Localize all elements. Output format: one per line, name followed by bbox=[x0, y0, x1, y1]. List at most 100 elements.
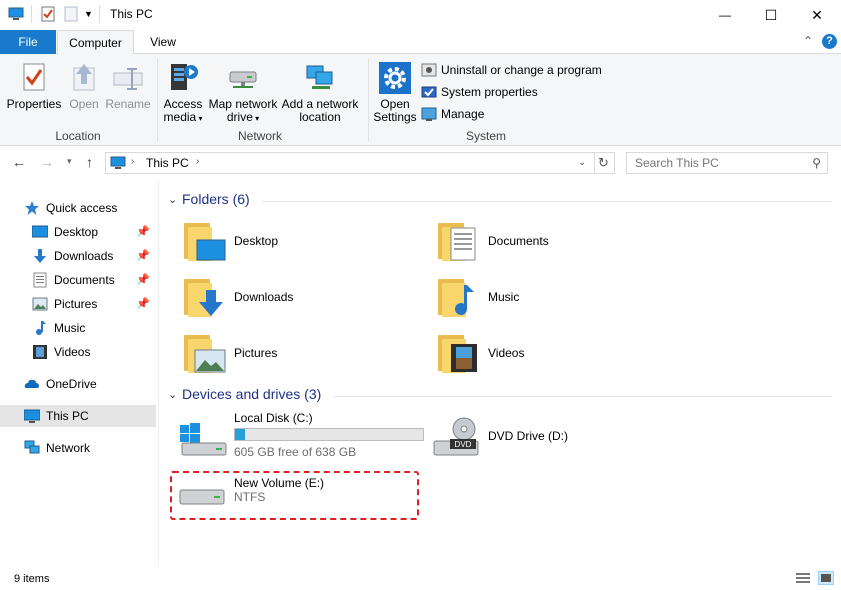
sidebar-item-pictures[interactable]: Pictures 📌 bbox=[0, 293, 156, 315]
sidebar-item-this-pc[interactable]: This PC bbox=[0, 405, 156, 427]
new-folder-quick-icon[interactable] bbox=[63, 6, 79, 22]
details-view-icon[interactable] bbox=[796, 572, 810, 584]
folder-videos[interactable]: Videos bbox=[434, 328, 524, 378]
large-icons-view-icon[interactable] bbox=[818, 571, 834, 585]
ribbon-tabs: File Computer View ⌃ ? bbox=[0, 30, 841, 55]
status-bar: 9 items bbox=[0, 568, 841, 590]
sidebar-item-onedrive[interactable]: OneDrive bbox=[0, 373, 156, 395]
uninstall-program-button[interactable]: Uninstall or change a program bbox=[421, 61, 602, 79]
sidebar-item-music[interactable]: Music bbox=[0, 317, 156, 339]
navigation-pane: Quick access Desktop 📌 Downloads 📌 Docum… bbox=[0, 190, 158, 560]
drive-c[interactable]: Local Disk (C:) 605 GB free of 638 GB bbox=[176, 411, 424, 459]
open-settings-button[interactable]: Open Settings bbox=[372, 62, 418, 124]
tab-view[interactable]: View bbox=[140, 30, 186, 54]
folders-section-header[interactable]: ⌄ Folders (6) bbox=[168, 191, 250, 207]
folder-music[interactable]: Music bbox=[434, 272, 519, 322]
system-properties-icon bbox=[421, 84, 437, 100]
title-bar: ▼ This PC — ☐ ✕ bbox=[0, 0, 841, 30]
tab-file[interactable]: File bbox=[0, 30, 56, 54]
rename-icon bbox=[112, 62, 144, 94]
window-title: This PC bbox=[110, 7, 153, 21]
properties-icon bbox=[18, 62, 50, 94]
location-group-label: Location bbox=[55, 129, 101, 143]
sidebar-item-videos[interactable]: Videos bbox=[0, 341, 156, 363]
address-bar[interactable]: › This PC › ⌄ ↻ bbox=[105, 152, 615, 174]
folder-desktop[interactable]: Desktop bbox=[180, 216, 278, 266]
uninstall-icon bbox=[421, 62, 437, 78]
address-dropdown-icon[interactable]: ⌄ bbox=[578, 157, 586, 168]
refresh-icon[interactable]: ↻ bbox=[598, 155, 609, 171]
navigation-row: ← → ▾ ↑ › This PC › ⌄ ↻ ⚲ bbox=[0, 146, 841, 180]
cloud-icon bbox=[24, 376, 40, 392]
pin-icon[interactable]: 📌 bbox=[136, 225, 150, 238]
search-icon[interactable]: ⚲ bbox=[812, 156, 821, 170]
access-media-button[interactable]: Access media ▾ bbox=[162, 62, 204, 125]
this-pc-address-icon bbox=[110, 156, 126, 170]
documents-folder-icon bbox=[434, 217, 482, 265]
ribbon: Properties Open Rename Location Access m… bbox=[0, 54, 841, 146]
access-media-icon bbox=[167, 62, 199, 94]
network-icon bbox=[24, 440, 40, 456]
chevron-down-icon: ⌄ bbox=[168, 388, 178, 401]
network-group-label: Network bbox=[237, 129, 282, 143]
folder-documents[interactable]: Documents bbox=[434, 216, 549, 266]
music-note-icon bbox=[32, 320, 48, 336]
folder-pictures[interactable]: Pictures bbox=[180, 328, 277, 378]
forward-arrow-icon[interactable]: → bbox=[40, 154, 54, 170]
add-network-location-button[interactable]: Add a network location bbox=[281, 62, 359, 124]
dvd-badge: DVD bbox=[455, 440, 472, 449]
disk-usage-bar bbox=[234, 428, 424, 441]
videos-folder-icon bbox=[434, 329, 482, 377]
system-properties-button[interactable]: System properties bbox=[421, 83, 538, 101]
maximize-button[interactable]: ☐ bbox=[748, 0, 794, 30]
network-drive-icon bbox=[227, 62, 259, 94]
settings-gear-icon bbox=[379, 62, 411, 94]
help-icon[interactable]: ? bbox=[822, 34, 837, 49]
desktop-icon bbox=[31, 224, 49, 240]
manage-icon bbox=[421, 106, 437, 122]
item-count: 9 items bbox=[14, 573, 50, 585]
close-button[interactable]: ✕ bbox=[794, 0, 840, 30]
chevron-down-icon: ⌄ bbox=[168, 193, 178, 206]
sidebar-item-quick-access[interactable]: Quick access bbox=[0, 197, 156, 219]
music-folder-icon bbox=[434, 273, 482, 321]
properties-button[interactable]: Properties bbox=[6, 62, 62, 111]
sidebar-item-documents[interactable]: Documents 📌 bbox=[0, 269, 156, 291]
manage-button[interactable]: Manage bbox=[421, 105, 484, 123]
customize-quick-access-icon[interactable]: ▼ bbox=[84, 9, 100, 25]
map-network-drive-button[interactable]: Map network drive ▾ bbox=[207, 62, 279, 125]
pin-icon[interactable]: 📌 bbox=[136, 273, 150, 286]
dvd-drive-icon: DVD bbox=[430, 415, 482, 463]
sidebar-item-network[interactable]: Network bbox=[0, 437, 156, 459]
pin-icon[interactable]: 📌 bbox=[136, 249, 150, 262]
open-button[interactable]: Open bbox=[66, 62, 102, 111]
rename-button[interactable]: Rename bbox=[104, 62, 152, 111]
up-arrow-icon[interactable]: ↑ bbox=[86, 154, 93, 170]
breadcrumb-chevron-icon[interactable]: › bbox=[196, 156, 199, 167]
pictures-folder-icon bbox=[180, 329, 228, 377]
network-location-icon bbox=[304, 62, 336, 94]
star-icon bbox=[24, 200, 40, 216]
pin-icon[interactable]: 📌 bbox=[136, 297, 150, 310]
disk-usage-fill bbox=[235, 429, 245, 440]
sidebar-item-downloads[interactable]: Downloads 📌 bbox=[0, 245, 156, 267]
properties-quick-icon[interactable] bbox=[40, 6, 56, 22]
search-box[interactable]: ⚲ bbox=[626, 152, 828, 174]
picture-icon bbox=[32, 296, 48, 312]
windows-drive-icon bbox=[176, 411, 228, 459]
desktop-folder-icon bbox=[180, 217, 228, 265]
drives-section-header[interactable]: ⌄ Devices and drives (3) bbox=[168, 386, 321, 402]
tab-computer[interactable]: Computer bbox=[57, 30, 134, 55]
sidebar-item-desktop[interactable]: Desktop 📌 bbox=[0, 221, 156, 243]
breadcrumb-separator-icon[interactable]: › bbox=[131, 156, 134, 167]
computer-icon bbox=[23, 408, 41, 424]
minimize-button[interactable]: — bbox=[702, 0, 748, 30]
recent-locations-icon[interactable]: ▾ bbox=[67, 156, 72, 167]
highlight-annotation bbox=[170, 471, 419, 520]
drive-d[interactable]: DVD DVD Drive (D:) bbox=[430, 415, 568, 463]
search-input[interactable] bbox=[627, 153, 797, 173]
folder-downloads[interactable]: Downloads bbox=[180, 272, 293, 322]
collapse-ribbon-icon[interactable]: ⌃ bbox=[803, 34, 813, 48]
back-arrow-icon[interactable]: ← bbox=[12, 154, 26, 170]
breadcrumb-this-pc[interactable]: This PC bbox=[146, 156, 189, 170]
